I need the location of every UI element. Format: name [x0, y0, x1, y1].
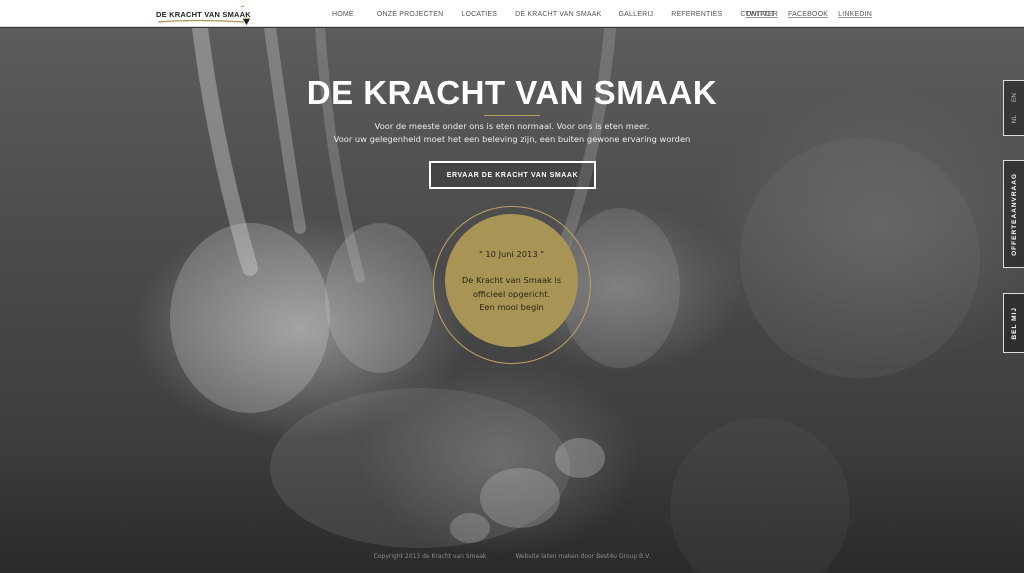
intro-line-2: Voor uw gelegenheid moet het een belevin… [333, 134, 691, 144]
lang-en-link[interactable]: EN [1011, 93, 1018, 102]
intro-line-1: Voor de meeste onder ons is eten normaal… [374, 121, 650, 131]
milestone-date: " 10 Juni 2013 " [478, 249, 545, 259]
bel-mij-label: BEL MIJ [1010, 306, 1018, 340]
offerteaanvraag-label: OFFERTEAANVRAAG [1010, 172, 1018, 256]
language-switcher: EN NL [1003, 80, 1024, 136]
twitter-link[interactable]: TWITTER [745, 11, 778, 18]
nav-de-kracht-van-smaak[interactable]: DE KRACHT VAN SMAAK [515, 11, 601, 18]
nav-gallerij[interactable]: GALLERIJ [619, 11, 654, 18]
logo[interactable]: DE KRACHT VAN SMAAK [156, 5, 266, 25]
nav-locaties[interactable]: LOCATIES [461, 11, 497, 18]
logo-drop-icon [240, 5, 251, 25]
title-divider [484, 115, 540, 116]
footer-credit[interactable]: Website laten maken door Best4u Group B.… [515, 553, 650, 560]
linkedin-link[interactable]: LINKEDIN [838, 11, 872, 18]
social-links: TWITTER FACEBOOK LINKEDIN [745, 11, 872, 18]
milestone-line-3: Een mooi begin [479, 302, 544, 312]
offerteaanvraag-tab[interactable]: OFFERTEAANVRAAG [1003, 160, 1024, 268]
nav-home[interactable]: HOME [332, 11, 354, 18]
nav-onze-projecten[interactable]: ONZE PROJECTEN [377, 11, 444, 18]
bel-mij-tab[interactable]: BEL MIJ [1003, 293, 1024, 353]
hero-section: DE KRACHT VAN SMAAK Voor de meeste onder… [0, 28, 1024, 573]
page-title: DE KRACHT VAN SMAAK [306, 74, 718, 111]
lang-nl-link[interactable]: NL [1011, 115, 1018, 123]
nav-referenties[interactable]: REFERENTIES [671, 11, 722, 18]
top-header: DE KRACHT VAN SMAAK HOME ONZE PROJECTEN … [0, 0, 1024, 27]
milestone-line-1: De Kracht van Smaak is [461, 275, 562, 285]
footer: Copyright 2013 de Kracht van Smaak Websi… [0, 543, 1024, 562]
milestone-text: De Kracht van Smaak is officieel opgeric… [455, 274, 568, 315]
footer-copyright: Copyright 2013 de Kracht van Smaak [373, 553, 487, 560]
main-nav: HOME ONZE PROJECTEN LOCATIES DE KRACHT V… [332, 11, 775, 18]
milestone-line-2: officieel opgericht. [472, 288, 551, 299]
facebook-link[interactable]: FACEBOOK [788, 11, 828, 18]
ervaar-button[interactable]: ERVAAR DE KRACHT VAN SMAAK [429, 161, 596, 189]
